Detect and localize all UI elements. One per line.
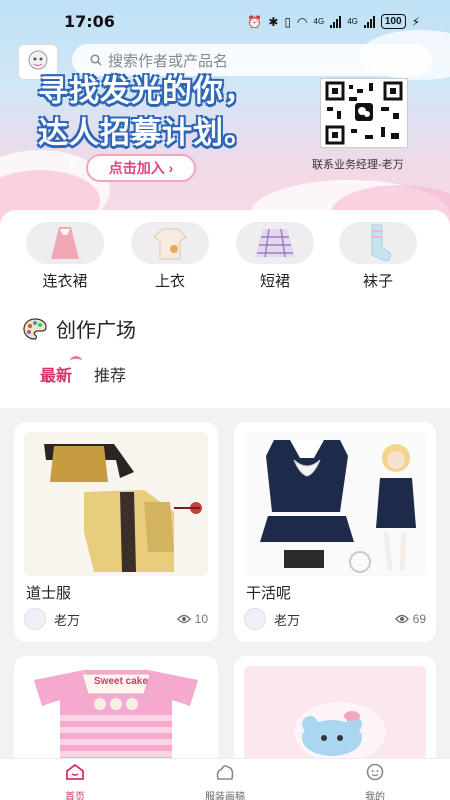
category-skirt[interactable]: 短裙 <box>235 222 315 291</box>
recruit-banner[interactable]: 17:06 ⏰ ✱ ▯ ◠ 4G 4G 100 ⚡ 搜索作者或产品名 寻找发光的… <box>0 0 450 232</box>
home-icon <box>66 763 84 780</box>
section-header: 创作广场 <box>22 314 136 343</box>
bluetooth-icon: ✱ <box>268 14 279 29</box>
post-card[interactable] <box>234 656 436 766</box>
signal-icon-2 <box>363 15 375 28</box>
banner-headline-1: 寻找发光的你， <box>38 75 255 108</box>
avatar <box>24 608 46 630</box>
skirt-icon <box>236 222 314 264</box>
sock-icon <box>339 222 417 264</box>
tab-recommended[interactable]: 推荐 <box>94 362 126 386</box>
top-icon <box>131 222 209 264</box>
section-title: 创作广场 <box>56 320 136 342</box>
nav-designs[interactable]: 服装画稿 <box>180 763 270 800</box>
qr-code <box>320 78 408 148</box>
contact-caption: 联系业务经理-老万 <box>312 159 404 171</box>
battery-level: 100 <box>380 14 406 29</box>
post-image <box>244 666 426 766</box>
palette-icon <box>23 317 47 340</box>
post-title: 道士服 <box>26 585 72 602</box>
eye-icon <box>394 614 409 624</box>
sparkle-icon: ✦ <box>66 156 78 172</box>
post-image: Sweet cake <box>24 666 208 766</box>
nav-home[interactable]: 首页 <box>30 763 120 800</box>
feed-tabs: 最新 推荐 <box>40 356 126 386</box>
print-text: Sweet cake <box>94 676 148 687</box>
dress-icon <box>26 222 104 264</box>
view-count: 69 <box>394 612 426 626</box>
avatar <box>244 608 266 630</box>
category-row: 连衣裙 上衣 短裙 袜子 <box>0 222 450 294</box>
post-card[interactable]: 道士服 老万 10 <box>14 422 218 642</box>
nav-profile[interactable]: 我的 <box>330 763 420 800</box>
bottom-nav: 首页 服装画稿 我的 <box>0 758 450 800</box>
post-card[interactable]: 干活呢 老万 69 <box>234 422 436 642</box>
alarm-icon: ⏰ <box>247 14 263 29</box>
category-top[interactable]: 上衣 <box>130 222 210 291</box>
author-name: 老万 <box>54 612 81 628</box>
post-card[interactable]: Sweet cake <box>14 656 218 766</box>
join-button[interactable]: 点击加入 › <box>86 154 196 182</box>
vibrate-icon: ▯ <box>284 14 292 29</box>
post-author: 老万 <box>24 608 80 630</box>
author-name: 老万 <box>274 612 301 628</box>
wifi-icon: ◠ <box>297 14 308 29</box>
category-dress[interactable]: 连衣裙 <box>25 222 105 291</box>
eye-icon <box>176 614 191 624</box>
post-title: 干活呢 <box>246 585 292 602</box>
post-image <box>244 432 426 576</box>
content-panel: 连衣裙 上衣 短裙 袜子 创作广场 最新 推荐 <box>0 210 450 408</box>
network-type-2: 4G <box>347 17 358 26</box>
status-bar: 17:06 ⏰ ✱ ▯ ◠ 4G 4G 100 ⚡ <box>0 8 450 36</box>
banner-headline-2: 达人招募计划。 <box>38 117 255 150</box>
signal-icon <box>330 15 342 28</box>
status-icons: ⏰ ✱ ▯ ◠ 4G 4G 100 ⚡ <box>247 14 420 29</box>
post-author: 老万 <box>244 608 300 630</box>
charging-icon: ⚡ <box>411 14 420 29</box>
tab-latest[interactable]: 最新 <box>40 356 83 386</box>
design-icon <box>216 765 234 780</box>
profile-icon <box>366 763 384 781</box>
network-type-1: 4G <box>313 17 325 26</box>
search-icon <box>90 54 102 66</box>
view-count: 10 <box>176 612 208 626</box>
status-time: 17:06 <box>64 12 115 31</box>
category-socks[interactable]: 袜子 <box>338 222 418 291</box>
post-image <box>24 432 208 576</box>
